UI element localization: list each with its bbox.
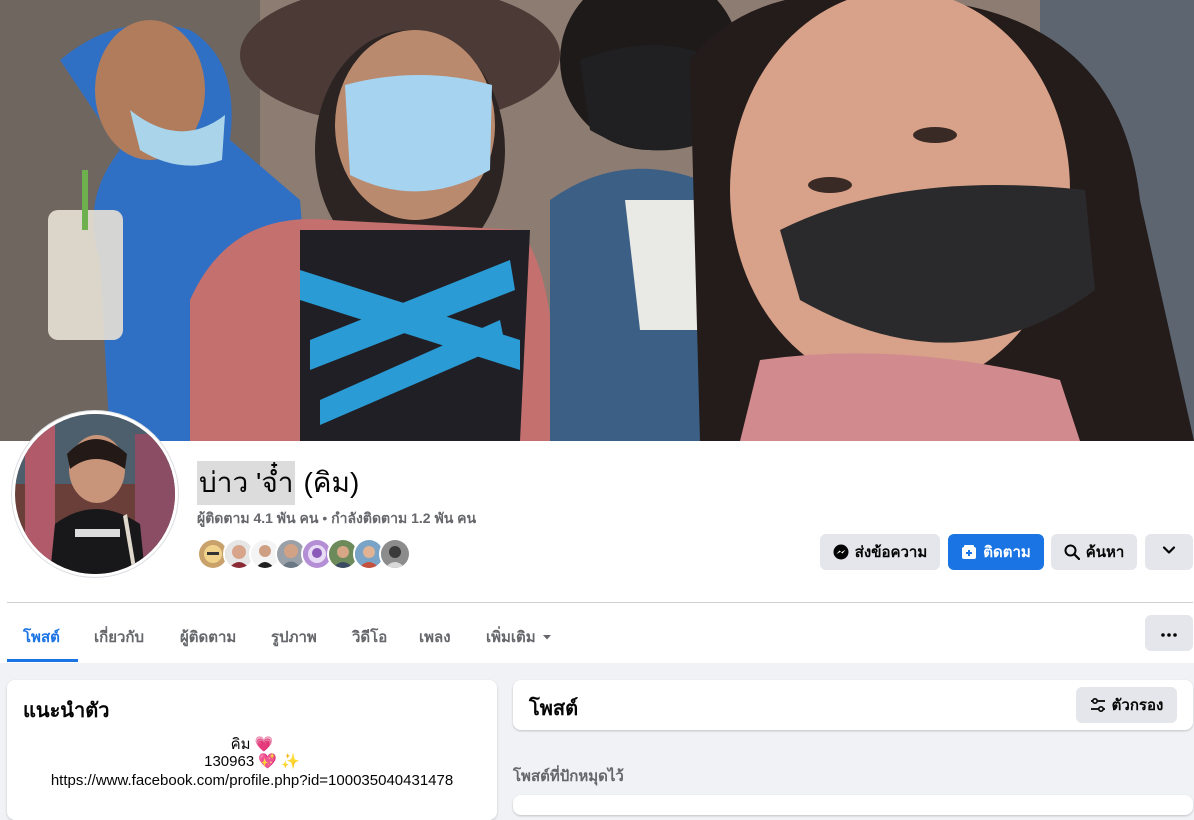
follow-button-label: ติดตาม — [983, 544, 1031, 561]
intro-bio-line: 130963 💖 ✨ — [204, 753, 300, 770]
tab-about[interactable]: เกี่ยวกับ — [94, 612, 144, 662]
followers-count-link[interactable]: ผู้ติดตาม 4.1 พัน คน — [197, 510, 318, 526]
pinned-posts-label: โพสต์ที่ปักหมุดไว้ — [513, 768, 624, 785]
follow-stats: ผู้ติดตาม 4.1 พัน คน • กำลังติดตาม 1.2 พ… — [197, 508, 476, 530]
tab-music[interactable]: เพลง — [419, 612, 451, 662]
filter-icon — [1090, 697, 1106, 713]
tab-more[interactable]: เพิ่มเติม — [486, 612, 552, 662]
tab-followers[interactable]: ผู้ติดตาม — [180, 612, 236, 662]
profile-name: บ่าว 'จ๋ำ (คิม) — [197, 461, 360, 505]
posts-header-card: โพสต์ ตัวกรอง — [513, 680, 1193, 730]
tab-videos[interactable]: วิดีโอ — [352, 612, 387, 662]
message-button[interactable]: ส่งข้อความ — [820, 534, 940, 570]
search-button[interactable]: ค้นหา — [1051, 534, 1137, 570]
cover-photo[interactable] — [0, 0, 1194, 441]
intro-card: แนะนำตัว คิม 💗 130963 💖 ✨ https://www.fa… — [7, 680, 497, 820]
message-button-label: ส่งข้อความ — [854, 544, 928, 561]
tab-options-button[interactable] — [1145, 615, 1193, 651]
profile-name-primary: บ่าว 'จ๋ำ — [197, 461, 296, 505]
tab-more-label: เพิ่มเติม — [486, 629, 536, 646]
filter-button[interactable]: ตัวกรอง — [1076, 687, 1177, 723]
intro-title: แนะนำตัว — [23, 700, 110, 722]
posts-title: โพสต์ — [529, 698, 579, 720]
search-button-label: ค้นหา — [1085, 544, 1125, 561]
follow-button[interactable]: ติดตาม — [948, 534, 1044, 570]
more-actions-button[interactable] — [1145, 534, 1193, 570]
filter-button-label: ตัวกรอง — [1111, 697, 1164, 714]
intro-bio-link[interactable]: https://www.facebook.com/profile.php?id=… — [7, 772, 497, 789]
tab-photos[interactable]: รูปภาพ — [271, 612, 317, 662]
follow-icon — [961, 544, 977, 560]
profile-name-secondary: (คิม) — [303, 467, 360, 498]
active-tab-indicator — [7, 659, 78, 662]
tab-posts[interactable]: โพสต์ — [23, 612, 60, 662]
profile-avatar[interactable] — [15, 414, 175, 574]
follower-avatar[interactable] — [379, 538, 411, 570]
stats-separator: • — [322, 510, 328, 526]
ellipsis-icon — [1161, 624, 1177, 642]
caret-down-icon — [542, 632, 552, 642]
follower-avatars — [197, 538, 411, 570]
messenger-icon — [833, 544, 849, 560]
pinned-post-card — [513, 795, 1193, 815]
header-divider — [7, 602, 1193, 603]
search-icon — [1064, 544, 1080, 560]
following-count-link[interactable]: กำลังติดตาม 1.2 พัน คน — [331, 510, 476, 526]
chevron-down-icon — [1162, 543, 1176, 561]
